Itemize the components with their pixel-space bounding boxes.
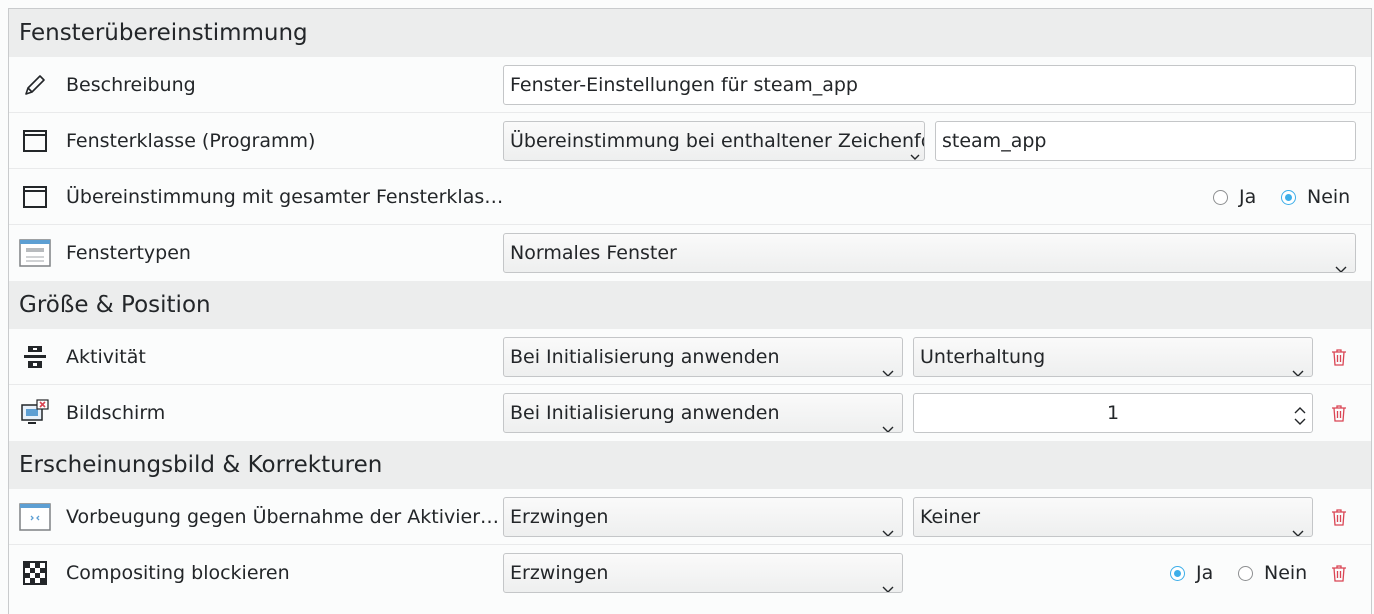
chevron-down-icon xyxy=(882,568,894,592)
checkerboard-icon xyxy=(19,558,51,588)
focus-policy-value: Erzwingen xyxy=(510,506,609,528)
section-window-matching: Fensterübereinstimmung xyxy=(9,9,1371,57)
radio-indicator xyxy=(1170,565,1185,581)
section-size-position: Größe & Position xyxy=(9,281,1371,329)
chevron-down-icon xyxy=(882,408,894,432)
row-label: Fensterklasse (Programm) xyxy=(66,130,316,152)
window-types-icon xyxy=(19,238,51,268)
trash-icon[interactable] xyxy=(1329,347,1349,367)
match-type-combo[interactable]: Übereinstimmung bei enthaltener Zeichenf… xyxy=(503,121,925,161)
radio-label: Nein xyxy=(1264,562,1308,584)
radio-indicator xyxy=(1213,189,1228,205)
row-label: Compositing blockieren xyxy=(66,562,290,584)
row-label: Beschreibung xyxy=(66,74,196,96)
focus-policy-combo[interactable]: Erzwingen xyxy=(503,497,903,537)
trash-icon[interactable] xyxy=(1329,563,1349,583)
chevron-down-icon xyxy=(1292,512,1304,536)
spin-arrows-icon[interactable] xyxy=(1294,402,1306,432)
trash-icon[interactable] xyxy=(1329,403,1349,423)
window-icon xyxy=(19,182,51,212)
row-whole-class: Übereinstimmung mit gesamter Fensterklas… xyxy=(9,169,1371,225)
activity-value-combo[interactable]: Unterhaltung xyxy=(913,337,1313,377)
chevron-down-icon xyxy=(882,352,894,376)
section-appearance-fixes: Erscheinungsbild & Korrekturen xyxy=(9,441,1371,489)
radio-no[interactable]: Nein xyxy=(1238,545,1307,601)
radio-label: Ja xyxy=(1239,186,1257,208)
row-label: Vorbeugung gegen Übernahme der Aktivier… xyxy=(66,506,500,528)
screen-policy-combo[interactable]: Bei Initialisierung anwenden xyxy=(503,393,903,433)
focus-value: Keiner xyxy=(920,506,981,528)
row-window-class: Fensterklasse (Programm) Übereinstimmung… xyxy=(9,113,1371,169)
match-type-value: Übereinstimmung bei enthaltener Zeichenf… xyxy=(510,130,925,152)
row-description: Beschreibung Fenster-Einstellungen für s… xyxy=(9,57,1371,113)
radio-indicator xyxy=(1238,565,1253,581)
chevron-down-icon xyxy=(1335,248,1347,272)
section-title: Erscheinungsbild & Korrekturen xyxy=(19,452,383,478)
chevron-down-icon xyxy=(1292,352,1304,376)
radio-yes[interactable]: Ja xyxy=(1170,545,1213,601)
focus-icon xyxy=(19,502,51,532)
radio-label: Nein xyxy=(1307,186,1351,208)
window-rules-panel: Fensterübereinstimmung Beschreibung Fens… xyxy=(8,8,1372,614)
window-types-value: Normales Fenster xyxy=(510,242,677,264)
section-title: Fensterübereinstimmung xyxy=(19,20,308,46)
activity-value: Unterhaltung xyxy=(920,346,1046,368)
window-icon xyxy=(19,126,51,156)
description-input[interactable]: Fenster-Einstellungen für steam_app xyxy=(503,65,1356,105)
row-activity: Aktivität Bei Initialisierung anwenden U… xyxy=(9,329,1371,385)
activity-icon xyxy=(19,342,51,372)
row-window-types: Fenstertypen Normales Fenster xyxy=(9,225,1371,281)
screen-policy-value: Bei Initialisierung anwenden xyxy=(510,402,780,424)
chevron-down-icon xyxy=(882,512,894,536)
chevron-down-icon xyxy=(910,136,920,160)
pencil-icon xyxy=(19,70,51,100)
row-label: Übereinstimmung mit gesamter Fensterklas… xyxy=(66,186,504,208)
compositing-policy-value: Erzwingen xyxy=(510,562,609,584)
focus-value-combo[interactable]: Keiner xyxy=(913,497,1313,537)
activity-policy-combo[interactable]: Bei Initialisierung anwenden xyxy=(503,337,903,377)
row-label: Bildschirm xyxy=(66,402,166,424)
screen-number-value: 1 xyxy=(1106,402,1120,424)
row-label: Fenstertypen xyxy=(66,242,191,264)
trash-icon[interactable] xyxy=(1329,507,1349,527)
screen-number-spinbox[interactable]: 1 xyxy=(913,393,1313,433)
radio-yes[interactable]: Ja xyxy=(1213,169,1256,225)
activity-policy-value: Bei Initialisierung anwenden xyxy=(510,346,780,368)
screen-icon xyxy=(19,398,51,428)
row-screen: Bildschirm Bei Initialisierung anwenden … xyxy=(9,385,1371,441)
row-focus-stealing: Vorbeugung gegen Übernahme der Aktivier…… xyxy=(9,489,1371,545)
radio-no[interactable]: Nein xyxy=(1281,169,1350,225)
row-label: Aktivität xyxy=(66,346,146,368)
compositing-policy-combo[interactable]: Erzwingen xyxy=(503,553,903,593)
window-types-combo[interactable]: Normales Fenster xyxy=(503,233,1356,273)
radio-indicator xyxy=(1281,189,1296,205)
row-block-compositing: Compositing blockieren Erzwingen Ja Nein xyxy=(9,545,1371,601)
radio-label: Ja xyxy=(1196,562,1214,584)
window-class-input[interactable]: steam_app xyxy=(935,121,1356,161)
section-title: Größe & Position xyxy=(19,292,211,318)
